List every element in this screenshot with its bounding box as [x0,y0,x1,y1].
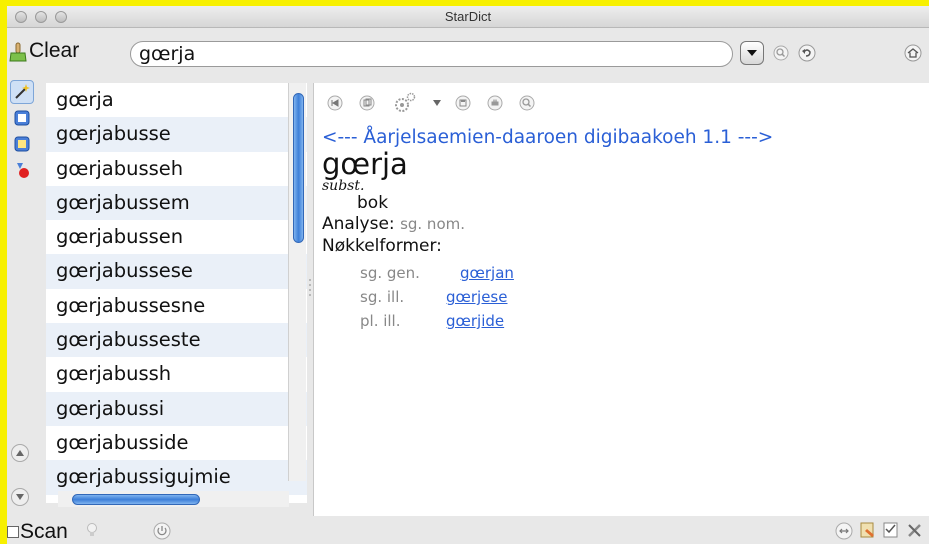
broom-icon [9,41,27,62]
document-icon [14,110,30,126]
first-entry-button[interactable] [324,92,346,114]
part-of-speech: subst. [322,178,365,194]
print-button[interactable] [484,92,506,114]
form-link[interactable]: gœrjide [446,309,504,333]
list-item[interactable]: gœrjabussese [46,254,307,289]
list-item[interactable]: gœrjabussh [46,357,307,391]
shapes-icon [17,163,29,178]
wordlist-mode-button[interactable] [10,80,34,104]
list-mode-sidebar [7,76,46,521]
search-input[interactable]: gœrja [130,41,733,67]
list-item[interactable]: gœrjabussesne [46,289,307,323]
dict-list-button[interactable] [882,521,900,543]
form-link[interactable]: gœrjan [460,261,514,285]
skip-back-icon [327,95,343,111]
window-title: StarDict [444,9,492,24]
settings-button[interactable] [388,92,422,114]
key-forms-label: Nøkkelformer: [322,236,442,256]
dictionary-name[interactable]: <--- Åarjelsaemien-daaroen digibaakoeh 1… [322,127,925,148]
preferences-button[interactable] [906,521,924,543]
lightbulb-button[interactable] [85,522,99,544]
floppy-icon [455,95,471,111]
tools-icon [908,524,921,537]
magnifier-icon [519,95,535,111]
undo-arrow-icon [798,44,816,62]
definition-content: <--- Åarjelsaemien-daaroen digibaakoeh 1… [322,127,925,333]
analysis-line: Analyse: sg. nom. [322,213,925,235]
list-item[interactable]: gœrjabussem [46,185,307,221]
power-icon [153,522,171,540]
home-icon [904,44,922,62]
form-row: sg. gen. gœrjan [360,261,925,285]
save-button[interactable] [452,92,474,114]
status-bar: Scan [7,517,929,544]
list-item[interactable]: gœrjabusseh [46,152,307,186]
form-row: sg. ill. gœrjese [360,285,925,309]
list-item[interactable]: gœrjabusse [46,117,307,152]
triangle-down-icon [16,494,24,500]
app-window: StarDict Clear gœrja gœrja gœrjabusse gœ… [7,6,929,544]
form-link[interactable]: gœrjese [446,285,507,309]
tree-mode-button[interactable] [10,158,34,182]
list-item[interactable]: gœrjabussen [46,220,307,254]
arrows-icon [835,522,853,540]
form-tag: sg. gen. [360,264,420,282]
scan-toggle[interactable]: Scan [7,520,68,544]
back-button[interactable] [796,42,818,64]
word-list-horizontal-scrollbar[interactable] [58,491,289,507]
vertical-scroll-thumb[interactable] [293,93,304,243]
form-tag: pl. ill. [360,312,401,330]
magic-wand-icon [15,84,30,99]
list-item[interactable]: gœrjabusseste [46,323,307,358]
search-button[interactable] [770,42,792,64]
triangle-up-icon [16,450,24,456]
copy-icon [359,95,375,111]
manage-dicts-button[interactable] [859,521,877,543]
lightbulb-icon [87,523,97,536]
list-item[interactable]: gœrjabusside [46,426,307,460]
title-bar: StarDict [7,6,929,28]
key-forms-list: sg. gen. gœrjan sg. ill. gœrjese pl. ill… [360,261,925,333]
magnifier-icon [773,45,789,61]
next-button[interactable] [835,522,853,544]
home-button[interactable] [902,42,924,64]
list-up-button[interactable] [11,444,29,462]
fulltext-mode-button[interactable] [10,132,34,156]
form-row: pl. ill. gœrjide [360,309,925,333]
result-mode-button[interactable] [10,106,34,130]
find-in-page-button[interactable] [516,92,538,114]
gear-icon [395,92,416,112]
list-item[interactable]: gœrja [46,83,307,117]
chevron-down-icon [747,50,757,56]
search-toolbar: Clear gœrja [7,28,929,76]
clipboard-icon [14,136,30,152]
form-tag: sg. ill. [360,288,405,306]
clear-button[interactable]: Clear [9,38,79,64]
copy-button[interactable] [356,92,378,114]
horizontal-scroll-thumb[interactable] [72,494,200,505]
analysis-value: sg. nom. [400,215,465,233]
chevron-down-icon [433,100,441,106]
history-dropdown-button[interactable] [740,41,764,65]
word-list: gœrja gœrjabusse gœrjabusseh gœrjabussem… [46,83,307,503]
settings-dropdown-arrow[interactable] [432,92,442,114]
hand-edit-icon [860,522,874,538]
scan-checkbox[interactable] [7,526,19,538]
list-down-button[interactable] [11,488,29,506]
list-item[interactable]: gœrjabussigujmie [46,460,307,495]
power-button[interactable] [153,522,171,544]
analysis-label: Analyse: [322,214,395,234]
checklist-icon [883,522,898,538]
definition-pane: <--- Åarjelsaemien-daaroen digibaakoeh 1… [313,83,929,516]
clear-label: Clear [29,39,80,62]
list-item[interactable]: gœrjabussi [46,391,307,426]
word-list-vertical-scrollbar[interactable] [288,83,306,481]
printer-icon [487,95,503,111]
scan-label: Scan [20,520,68,543]
definition-toolbar [324,91,538,115]
headword: gœrja [322,147,408,181]
translation: bok [357,193,389,213]
